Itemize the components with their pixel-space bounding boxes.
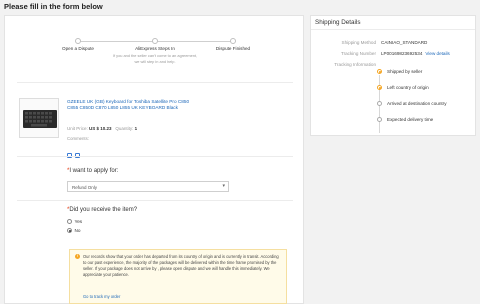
section-divider bbox=[17, 82, 293, 83]
radio-no-label: No bbox=[74, 228, 81, 233]
timeline-label-expected: Expected delivery time bbox=[387, 117, 434, 122]
timeline-dot-left-origin bbox=[377, 85, 382, 90]
unit-price-label: Unit Price: bbox=[67, 126, 88, 131]
tracking-number-label: Tracking Number bbox=[340, 51, 376, 56]
step-sub-aliexpress-steps-in: If you and the seller can't come to an a… bbox=[112, 53, 198, 64]
timeline-label-shipped: Shipped by seller bbox=[387, 69, 423, 74]
section-divider bbox=[17, 156, 293, 157]
shipping-method-value: CAINIAO_STANDARD bbox=[381, 40, 428, 45]
quantity-label: Quantity: bbox=[115, 126, 134, 131]
quantity-value: 1 bbox=[134, 126, 138, 131]
step-dot-aliexpress-steps-in bbox=[152, 38, 158, 44]
keyboard-image bbox=[23, 110, 57, 128]
radio-no[interactable] bbox=[67, 228, 72, 233]
page-title: Please fill in the form below bbox=[4, 2, 103, 11]
shipping-details-panel: Shipping Details Shipping Method CAINIAO… bbox=[310, 15, 476, 136]
shipping-details-header: Shipping Details bbox=[311, 16, 475, 30]
apply-for-question: *I want to apply for: bbox=[67, 168, 118, 174]
timeline-label-arrived: Arrived at destination country bbox=[387, 101, 447, 106]
radio-yes-label: Yes bbox=[74, 219, 83, 224]
product-thumbnail[interactable] bbox=[19, 98, 59, 138]
apply-for-label: I want to apply for: bbox=[69, 168, 119, 174]
product-title-link[interactable]: GZEELE UK (GB) Keyboard for Toshiba Sate… bbox=[67, 99, 197, 112]
comments-label: Comments: bbox=[67, 136, 89, 141]
timeline-dot-expected bbox=[377, 117, 382, 122]
timeline-label-left-origin: Left country of origin bbox=[387, 85, 429, 90]
transit-notice: ! Our records show that your order has d… bbox=[69, 249, 287, 304]
step-label-dispute-finished: Dispute Finished bbox=[215, 46, 251, 51]
tracking-info-label: Tracking Information bbox=[334, 62, 376, 67]
transit-notice-text: Our records show that your order has dep… bbox=[83, 254, 279, 277]
dispute-form-panel: Open a Dispute AliExpress Steps In If yo… bbox=[4, 15, 304, 304]
radio-yes[interactable] bbox=[67, 219, 72, 224]
radio-option-no[interactable]: No bbox=[67, 228, 81, 233]
chevron-down-icon: ▾ bbox=[222, 183, 225, 189]
received-item-label: Did you receive the item? bbox=[69, 207, 138, 213]
view-details-link[interactable]: View details bbox=[425, 51, 449, 56]
section-divider bbox=[17, 200, 293, 201]
timeline-dot-arrived bbox=[377, 101, 382, 106]
unit-price-value: US $ 10.23 bbox=[89, 126, 112, 131]
timeline-dot-shipped bbox=[377, 69, 382, 74]
shipping-method-label: Shipping Method bbox=[341, 40, 376, 45]
tracking-number-value-wrap: LP00169823692534 View details bbox=[381, 51, 450, 56]
apply-for-select[interactable]: Refund Only ▾ bbox=[67, 181, 229, 192]
radio-option-yes[interactable]: Yes bbox=[67, 219, 82, 224]
warning-icon: ! bbox=[75, 254, 80, 259]
price-quantity-line: Unit Price: US $ 10.23 Quantity: 1 bbox=[67, 126, 137, 131]
step-dot-dispute-finished bbox=[230, 38, 236, 44]
track-order-link[interactable]: Go to track my order bbox=[83, 294, 120, 299]
received-item-question: *Did you receive the item? bbox=[67, 207, 137, 213]
product-mini-icons bbox=[67, 145, 83, 163]
apply-for-selected-value: Refund Only bbox=[72, 184, 98, 190]
tracking-number-value: LP00169823692534 bbox=[381, 51, 423, 56]
step-dot-open-dispute bbox=[75, 38, 81, 44]
dispute-steps: Open a Dispute AliExpress Steps In If yo… bbox=[5, 16, 305, 80]
